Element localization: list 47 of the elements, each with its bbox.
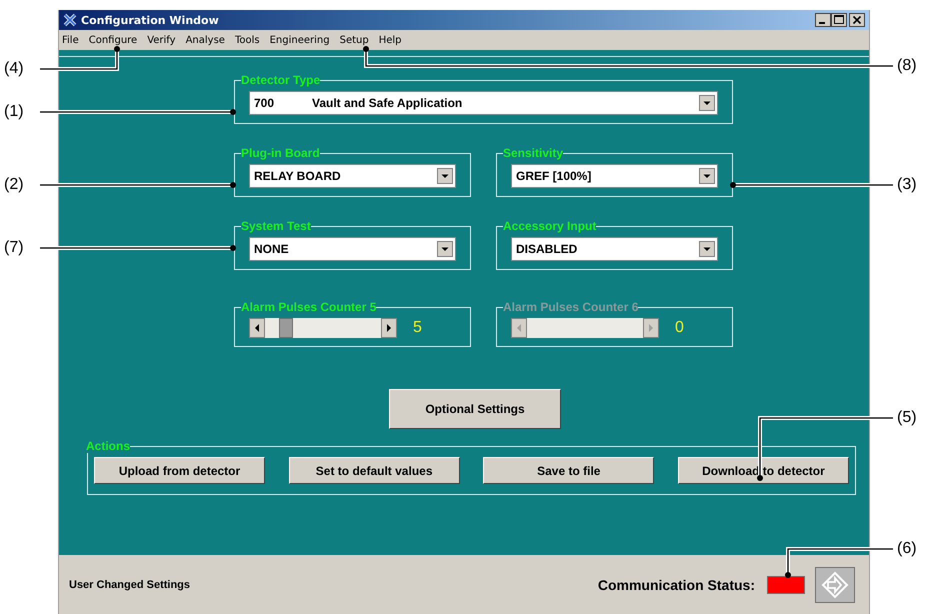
scrollbar-slider[interactable] bbox=[249, 318, 397, 338]
group-label: Detector Type bbox=[241, 73, 320, 87]
maximize-icon[interactable] bbox=[831, 13, 847, 27]
group-label: Actions bbox=[86, 439, 130, 453]
menu-item[interactable]: Help bbox=[378, 34, 402, 46]
detector-type-dropdown[interactable]: 700 Vault and Safe Application bbox=[249, 91, 718, 115]
group-label: System Test bbox=[241, 219, 311, 233]
optional-settings-button[interactable]: Optional Settings bbox=[389, 389, 561, 429]
group-label: Alarm Pulses Counter 6 bbox=[503, 300, 638, 314]
menu-item[interactable]: Engineering bbox=[270, 34, 330, 46]
callout-number: (6) bbox=[897, 539, 917, 559]
counter-value: 5 bbox=[413, 319, 422, 337]
callout-number: (1) bbox=[4, 102, 24, 122]
scroll-right-icon[interactable] bbox=[381, 318, 397, 338]
slider-thumb[interactable] bbox=[278, 318, 293, 338]
menu-item[interactable]: Configure bbox=[88, 34, 138, 46]
dropdown[interactable]: DISABLED bbox=[511, 237, 718, 261]
dropdown[interactable]: NONE bbox=[249, 237, 456, 261]
counter-value: 0 bbox=[675, 319, 684, 337]
scroll-left-icon[interactable] bbox=[249, 318, 265, 338]
menu-item[interactable]: Tools bbox=[234, 34, 260, 46]
group-label: Sensitivity bbox=[503, 146, 564, 160]
window-title: Configuration Window bbox=[81, 14, 219, 26]
callout-number: (3) bbox=[897, 175, 917, 195]
close-icon[interactable] bbox=[849, 13, 865, 27]
callout-number: (5) bbox=[897, 408, 917, 428]
menu-item[interactable]: Setup bbox=[340, 34, 369, 46]
action-button[interactable]: Set to default values bbox=[288, 457, 460, 484]
minimize-icon[interactable] bbox=[815, 13, 831, 27]
action-button[interactable]: Save to file bbox=[483, 457, 654, 484]
action-button[interactable]: Download to detector bbox=[678, 457, 849, 484]
dropdown[interactable]: GREF [100%] bbox=[511, 164, 718, 188]
group-label: Plug-in Board bbox=[241, 146, 320, 160]
callout-number: (7) bbox=[4, 238, 24, 258]
menu-item[interactable]: File bbox=[62, 34, 79, 46]
dropdown[interactable]: RELAY BOARD bbox=[249, 164, 456, 188]
action-button[interactable]: Upload from detector bbox=[94, 457, 265, 484]
app-icon bbox=[63, 13, 77, 27]
callout-number: (8) bbox=[897, 56, 917, 76]
callout-number: (2) bbox=[4, 175, 24, 195]
callout-number: (4) bbox=[4, 59, 24, 79]
communication-status-label: Communication Status: bbox=[598, 576, 755, 592]
group-label: Accessory Input bbox=[503, 219, 596, 233]
group-label: Alarm Pulses Counter 5 bbox=[241, 300, 376, 314]
menu-item[interactable]: Verify bbox=[147, 34, 176, 46]
status-message: User Changed Settings bbox=[69, 578, 190, 590]
menu-item[interactable]: Analyse bbox=[186, 34, 225, 46]
